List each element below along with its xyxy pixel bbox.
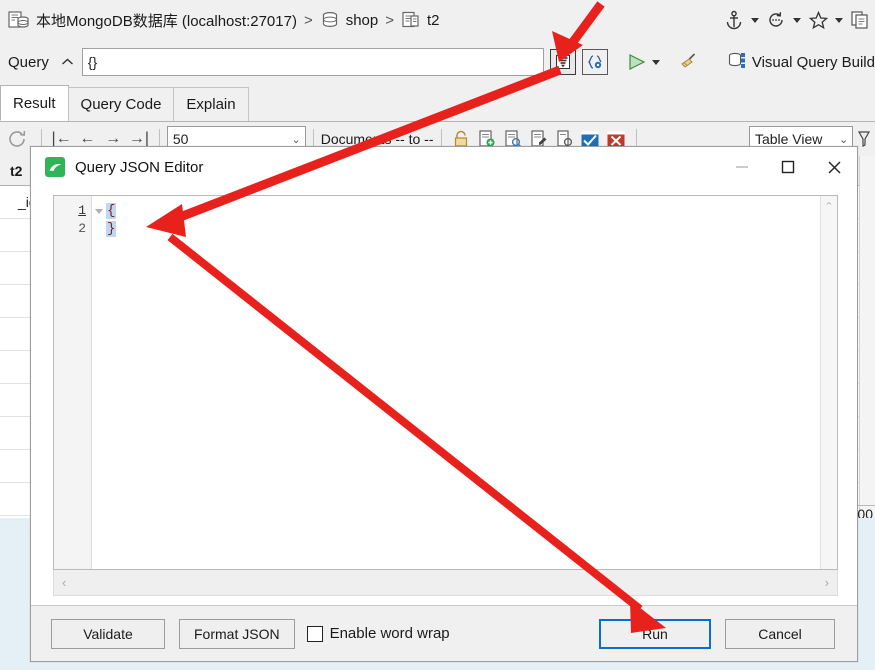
database-icon [320, 10, 340, 30]
breadcrumb-connection[interactable]: 本地MongoDB数据库 (localhost:27017) [8, 10, 297, 31]
history-icon[interactable] [763, 5, 789, 35]
code-line: } [106, 221, 117, 237]
run-button[interactable]: Run [599, 618, 711, 649]
breadcrumb-separator-2: > [385, 11, 395, 29]
line-number: 2 [78, 221, 86, 236]
scroll-up-chevron-icon[interactable]: ⌃ [824, 200, 833, 213]
editor-vertical-scrollbar[interactable]: ⌃ [820, 196, 837, 569]
visual-query-builder-label: Visual Query Build [751, 53, 875, 71]
editor-fold-column[interactable] [92, 196, 106, 569]
query-json-editor-dialog: Query JSON Editor 1 2 {} ⌃ ‹ › Validate… [30, 146, 858, 662]
refresh-icon[interactable] [0, 128, 34, 150]
minimize-icon[interactable] [719, 147, 765, 187]
application-window: 本地MongoDB数据库 (localhost:27017) > shop > [0, 0, 875, 670]
breadcrumb-collection-label: t2 [427, 11, 440, 29]
page-size-value: 50 [172, 131, 189, 147]
query-label: Query [8, 53, 49, 71]
maximize-icon[interactable] [765, 147, 811, 187]
breadcrumb-separator-1: > [303, 11, 313, 29]
query-bar: Query {} Visual Query Build [0, 40, 875, 84]
breadcrumb-database[interactable]: shop [320, 10, 379, 30]
editor-horizontal-scrollbar[interactable]: ‹ › [53, 570, 838, 596]
anchor-dropdown-icon[interactable] [747, 5, 763, 35]
documents-range-label: Documents -- to -- [320, 131, 434, 147]
dialog-title: Query JSON Editor [75, 158, 204, 176]
visual-query-builder-icon [727, 51, 747, 74]
format-json-button[interactable]: Format JSON [179, 618, 295, 649]
dialog-title-bar[interactable]: Query JSON Editor [31, 147, 857, 187]
window-toolbar-right [721, 0, 875, 40]
fold-triangle-icon[interactable] [95, 209, 103, 214]
enable-word-wrap-checkbox[interactable]: Enable word wrap [306, 625, 450, 642]
query-settings-icon[interactable] [581, 49, 608, 75]
json-editor-icon[interactable] [549, 49, 576, 75]
run-dropdown-chevron-down-icon[interactable] [648, 47, 664, 77]
code-line: { [106, 203, 117, 219]
validate-button[interactable]: Validate [51, 618, 165, 649]
query-collapse-chevron-up-icon[interactable] [61, 55, 74, 70]
visual-query-builder-button[interactable]: Visual Query Build [722, 51, 875, 74]
result-tab-strip: Result Query Code Explain [0, 85, 875, 122]
close-icon[interactable] [811, 147, 857, 187]
tab-explain[interactable]: Explain [173, 87, 249, 121]
dialog-window-controls [719, 147, 857, 187]
checkbox-box[interactable] [306, 625, 323, 642]
tab-query-code[interactable]: Query Code [67, 87, 175, 121]
tab-result[interactable]: Result [0, 85, 69, 121]
query-input[interactable] [81, 48, 544, 76]
editor-code-content[interactable]: { } [106, 196, 820, 569]
breadcrumb-bar: 本地MongoDB数据库 (localhost:27017) > shop > [0, 0, 875, 40]
server-icon [8, 10, 30, 30]
star-icon[interactable] [805, 5, 831, 35]
chevron-down-icon: ⌄ [291, 133, 301, 146]
editor-line-numbers: 1 2 [54, 196, 92, 569]
cancel-button[interactable]: Cancel [725, 618, 835, 649]
line-number: 1 [78, 203, 86, 218]
broom-icon[interactable] [678, 51, 700, 74]
history-dropdown-icon[interactable] [789, 5, 805, 35]
anchor-icon[interactable] [721, 5, 747, 35]
breadcrumb-collection[interactable]: t2 [401, 10, 440, 30]
grid-vertical-scrollbar[interactable] [859, 156, 875, 518]
enable-word-wrap-label: Enable word wrap [329, 625, 450, 642]
json-editor-area[interactable]: 1 2 { } ⌃ [53, 195, 838, 570]
chevron-down-icon: ⌄ [838, 133, 849, 146]
breadcrumb-database-label: shop [345, 11, 379, 29]
breadcrumb-connection-label: 本地MongoDB数据库 (localhost:27017) [36, 12, 297, 30]
copy-icon[interactable] [847, 5, 873, 35]
run-play-icon[interactable] [626, 52, 648, 72]
mongodb-leaf-icon [45, 157, 65, 177]
scroll-right-chevron-icon[interactable]: › [825, 575, 829, 590]
scroll-left-chevron-icon[interactable]: ‹ [62, 575, 66, 590]
collection-icon [401, 10, 421, 30]
view-mode-value: Table View [754, 131, 823, 147]
dialog-footer: Validate Format JSON Enable word wrap Ru… [31, 606, 857, 661]
star-dropdown-icon[interactable] [831, 5, 847, 35]
